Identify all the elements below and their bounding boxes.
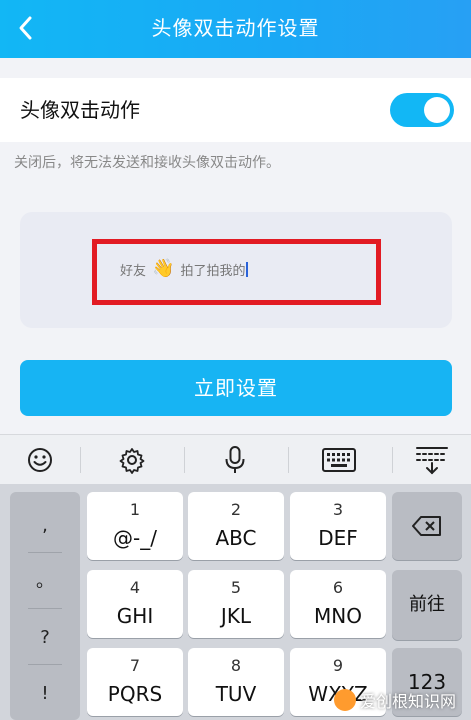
collapse-keyboard-icon[interactable] — [402, 435, 462, 485]
key-letters: PQRS — [107, 682, 163, 706]
toolbar-divider — [184, 447, 185, 473]
punct-divider — [28, 664, 62, 665]
microphone-icon[interactable] — [205, 435, 265, 485]
key-number: 6 — [332, 578, 344, 597]
watermark: 爱创根知识网 — [334, 688, 456, 712]
key-2[interactable]: 2 ABC — [188, 492, 284, 560]
key-number: 1 — [129, 500, 141, 519]
key-number: 3 — [332, 500, 344, 519]
key-5[interactable]: 5 JKL — [188, 570, 284, 638]
next-line-key[interactable]: 前往 — [392, 570, 462, 640]
punct-divider — [28, 608, 62, 609]
watermark-text: 爱创根知识网 — [360, 692, 457, 711]
key-number: 7 — [129, 656, 141, 675]
key-6[interactable]: 6 MNO — [290, 570, 386, 638]
key-letters: @-_/ — [113, 526, 157, 550]
watermark-logo-icon — [334, 689, 356, 711]
key-number: 9 — [332, 656, 344, 675]
toolbar-divider — [392, 447, 393, 473]
preview-action: 拍了拍我的 — [180, 263, 246, 279]
punct-key[interactable]: 。 — [10, 556, 80, 608]
preview-friend: 好友 — [120, 263, 147, 279]
key-number: 4 — [129, 578, 141, 597]
key-letters: DEF — [318, 526, 358, 550]
key-3[interactable]: 3 DEF — [290, 492, 386, 560]
settings-icon[interactable] — [102, 435, 162, 485]
setting-label: 头像双击动作 — [20, 98, 140, 122]
punct-key[interactable]: , — [10, 500, 80, 552]
key-1[interactable]: 1 @-_/ — [87, 492, 183, 560]
page-title: 头像双击动作设置 — [151, 16, 320, 40]
punct-key[interactable]: ! — [10, 668, 80, 720]
punctuation-column: , 。 ? ! — [10, 492, 80, 720]
toolbar-divider — [80, 447, 81, 473]
toolbar-divider — [288, 447, 289, 473]
key-4[interactable]: 4 GHI — [87, 570, 183, 638]
double-tap-setting-row: 头像双击动作 — [0, 78, 471, 142]
key-letters: MNO — [314, 604, 362, 628]
punct-divider — [28, 552, 62, 553]
key-8[interactable]: 8 TUV — [188, 648, 284, 716]
key-letters: GHI — [116, 604, 154, 628]
key-number: 5 — [230, 578, 242, 597]
waving-hand-icon: 👋 — [152, 258, 175, 279]
keyboard: , 。 ? ! 1 @-_/ 2 ABC 3 DEF 4 GHI 5 JKL 6… — [0, 484, 471, 720]
keyboard-icon[interactable] — [309, 435, 369, 485]
setting-hint: 关闭后，将无法发送和接收头像双击动作。 — [14, 155, 280, 171]
preview-input[interactable]: 好友 👋 拍了拍我的 — [120, 257, 249, 281]
text-cursor — [246, 261, 249, 277]
punct-key[interactable]: ? — [10, 612, 80, 664]
double-tap-toggle[interactable] — [390, 93, 454, 127]
apply-setting-button[interactable]: 立即设置 — [20, 360, 452, 416]
emoji-icon[interactable] — [10, 435, 70, 485]
backspace-key[interactable] — [392, 492, 462, 560]
key-letters: ABC — [215, 526, 257, 550]
key-letters: JKL — [220, 604, 252, 628]
key-7[interactable]: 7 PQRS — [87, 648, 183, 716]
backspace-icon — [412, 516, 441, 536]
key-number: 2 — [230, 500, 242, 519]
key-letters: TUV — [215, 682, 257, 706]
key-number: 8 — [230, 656, 242, 675]
toggle-knob — [424, 97, 450, 123]
header-bar: 头像双击动作设置 — [0, 0, 471, 58]
keyboard-toolbar — [0, 434, 471, 484]
